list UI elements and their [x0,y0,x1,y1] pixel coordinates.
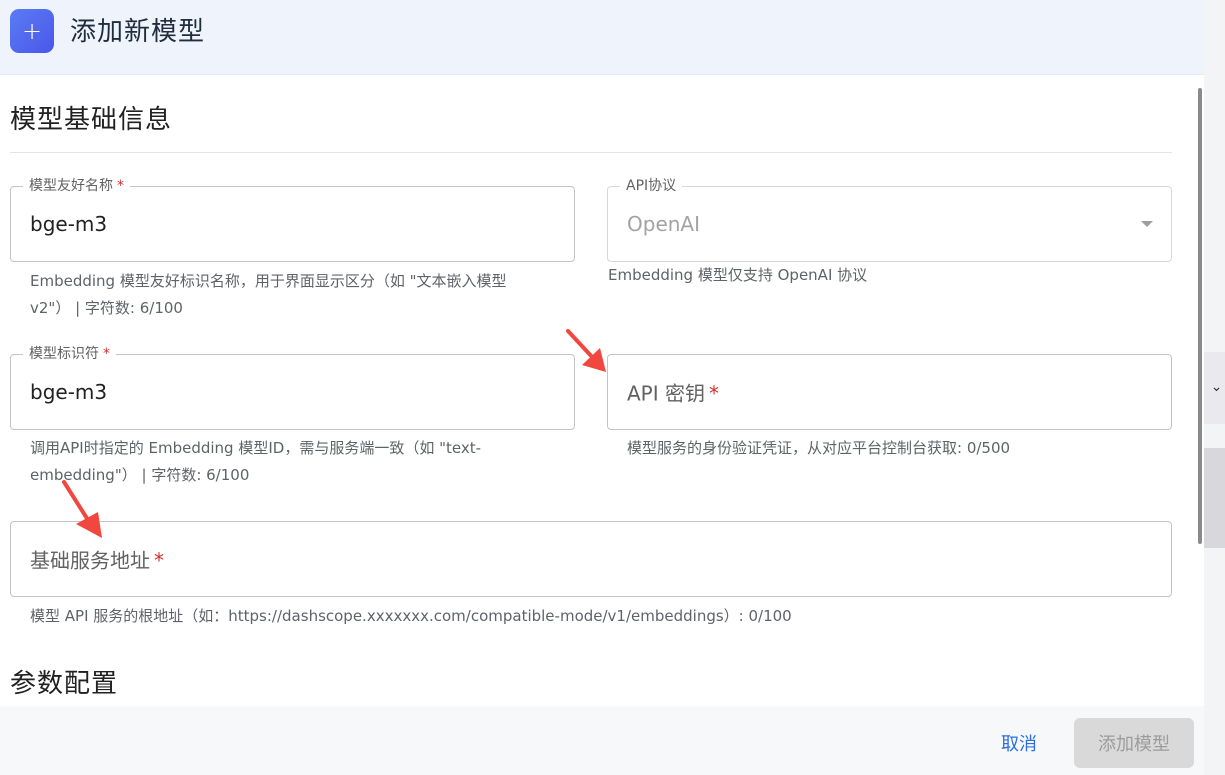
annotation-arrow-base-url [62,480,102,538]
scrollbar[interactable] [1198,88,1202,544]
section-divider [10,152,1172,153]
dropdown-arrow-icon[interactable] [1141,221,1153,227]
api-protocol-select[interactable]: API协议 OpenAI [607,177,1172,262]
plus-icon: + [10,9,54,53]
dialog-footer: 取消 添加模型 [0,706,1204,775]
dialog-header: + 添加新模型 [0,0,1204,75]
api-key-field[interactable]: API 密钥 * [607,354,1172,430]
add-model-button[interactable]: 添加模型 [1074,718,1194,768]
model-id-value[interactable]: bge-m3 [30,380,107,404]
model-id-label: 模型标识符 * [23,345,116,363]
api-protocol-value[interactable]: OpenAI [627,212,700,236]
friendly-name-value[interactable]: bge-m3 [30,212,107,236]
add-model-dialog: + 添加新模型 模型基础信息 模型友好名称 * bge-m3 Embedding … [0,0,1204,775]
api-protocol-label: API协议 [620,177,683,195]
api-protocol-helper: Embedding 模型仅支持 OpenAI 协议 [608,266,868,284]
model-id-field[interactable]: 模型标识符 * bge-m3 [10,345,575,430]
friendly-name-helper: Embedding 模型友好标识名称，用于界面显示区分（如 "文本嵌入模型 v2… [30,272,507,317]
api-key-helper: 模型服务的身份验证凭证，从对应平台控制台获取: 0/500 [627,439,1011,457]
dialog-title: 添加新模型 [70,17,206,47]
section-title-basic: 模型基础信息 [10,105,173,135]
cancel-button[interactable]: 取消 [988,728,1050,758]
base-url-helper: 模型 API 服务的根地址（如：https://dashscope.xxxxxx… [30,607,792,625]
annotation-arrow-api-key [566,329,606,372]
friendly-name-field[interactable]: 模型友好名称 * bge-m3 [10,177,575,262]
base-url-placeholder: 基础服务地址 * [30,548,164,573]
background-panel [1204,448,1225,548]
friendly-name-label: 模型友好名称 * [23,177,130,195]
chevron-down-icon[interactable]: ⌄ [1208,378,1225,396]
section-title-params: 参数配置 [10,669,119,699]
background-page-strip: ⌄ [1204,0,1225,775]
base-url-field[interactable]: 基础服务地址 * [10,521,1172,597]
api-key-placeholder: API 密钥 * [627,381,719,406]
